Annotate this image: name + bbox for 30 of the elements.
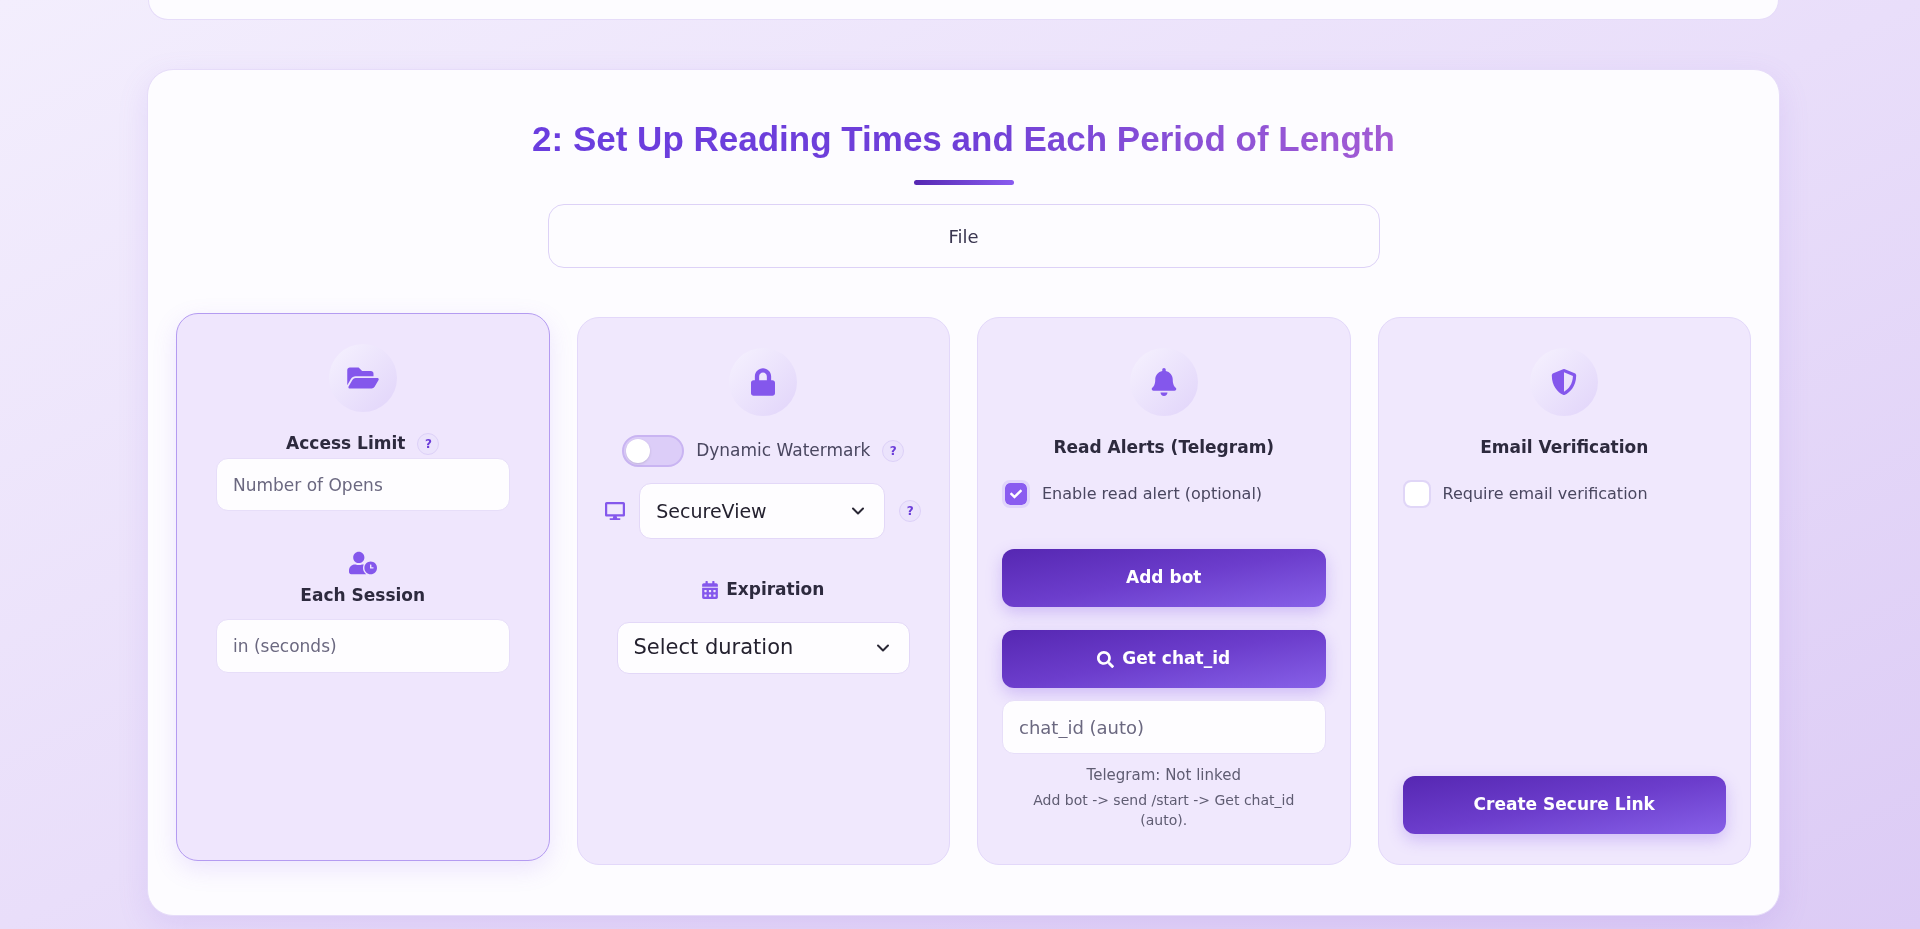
- action-button[interactable]: Get chat_id: [1002, 630, 1326, 688]
- card-subtitle: Expiration: [726, 578, 825, 602]
- checkmark-icon: [1010, 488, 1022, 500]
- user-clock-icon: [348, 551, 377, 575]
- checkbox[interactable]: [1002, 480, 1030, 508]
- file-picker[interactable]: File: [547, 204, 1380, 268]
- toggle-switch[interactable]: [622, 435, 685, 467]
- search-icon: [1097, 650, 1115, 668]
- checkbox-label: Require email verification: [1442, 483, 1648, 505]
- card-title: Read Alerts (Telegram): [1052, 436, 1276, 459]
- status-text: Telegram: Not linked: [1085, 765, 1242, 785]
- help-button[interactable]: ?: [417, 433, 440, 455]
- input-field[interactable]: Number of Opens: [216, 458, 510, 511]
- card-title: Email Verification: [1479, 436, 1650, 459]
- input-field[interactable]: chat_id (auto): [1002, 700, 1326, 754]
- input-field[interactable]: in (seconds): [216, 619, 510, 673]
- calendar-icon: [702, 581, 719, 599]
- select-dropdown[interactable]: SecureView: [639, 483, 886, 539]
- help-button[interactable]: ?: [899, 500, 922, 522]
- hint-text: Add bot -> send /start -> Get chat_id (auto).: [1032, 791, 1296, 830]
- card-subtitle: Each Session: [299, 584, 427, 607]
- monitor-icon: [605, 502, 626, 520]
- toggle-label: Dynamic Watermark: [696, 439, 871, 463]
- checkbox-label: Enable read alert (optional): [1042, 483, 1263, 505]
- action-button[interactable]: Add bot: [1002, 549, 1326, 607]
- checkbox[interactable]: [1402, 480, 1431, 508]
- card-title: Access Limit: [286, 432, 406, 456]
- select-dropdown[interactable]: Select duration: [616, 622, 910, 674]
- help-button[interactable]: ?: [882, 440, 905, 462]
- action-button[interactable]: Create Secure Link: [1402, 776, 1726, 834]
